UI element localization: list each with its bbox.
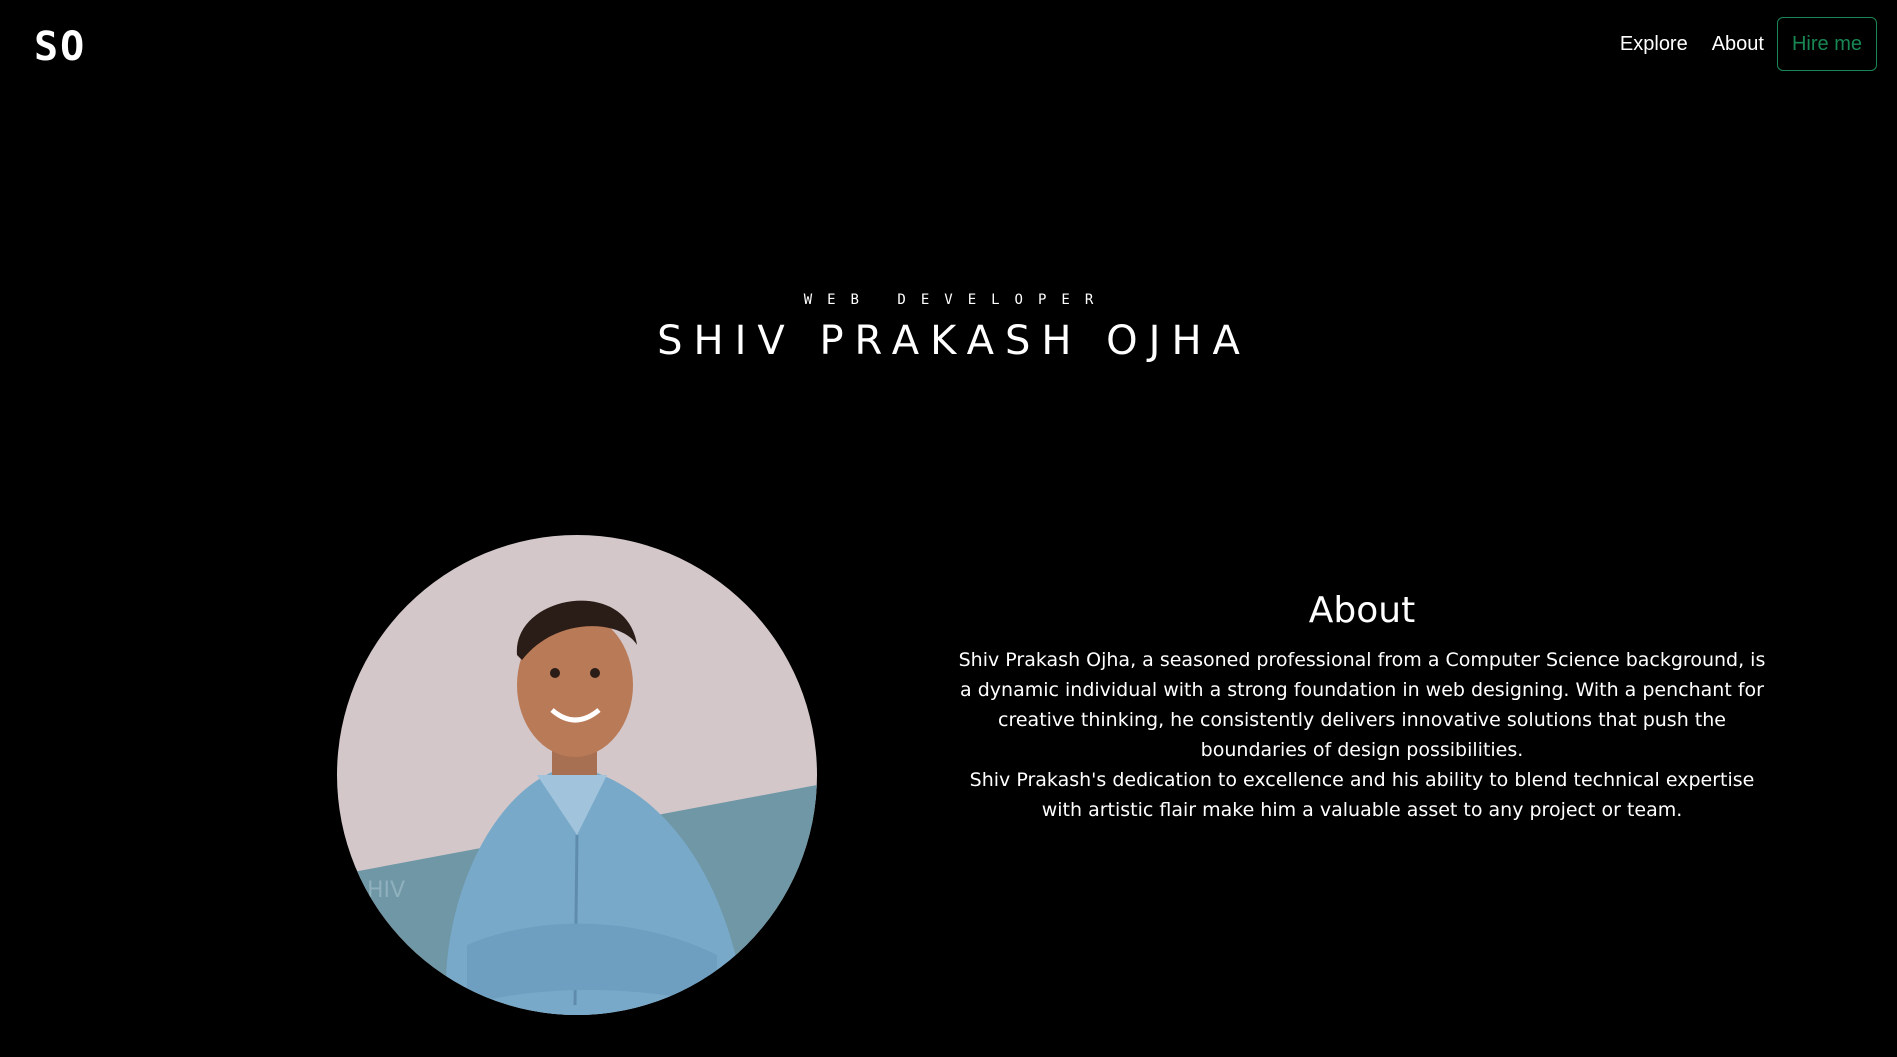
nav-explore-link[interactable]: Explore <box>1608 33 1700 56</box>
profile-avatar: HIV V <box>337 535 817 1015</box>
profile-photo-icon: HIV V <box>337 535 817 1015</box>
svg-text:HIV: HIV <box>367 878 405 903</box>
about-heading: About <box>1308 590 1416 631</box>
hero-subtitle: WEB DEVELOPER <box>803 292 1109 308</box>
page: SO Explore About Hire me WEB DEVELOPER S… <box>0 0 1897 1057</box>
hero-name: SHIV PRAKASH OJHA <box>657 318 1251 364</box>
navbar: Explore About Hire me <box>1608 17 1877 71</box>
about-section: About Shiv Prakash Ojha, a seasoned prof… <box>950 590 1774 825</box>
nav-about-link[interactable]: About <box>1700 33 1776 56</box>
about-paragraph-1: Shiv Prakash Ojha, a seasoned profession… <box>958 649 1766 761</box>
about-paragraph-2: Shiv Prakash's dedication to excellence … <box>969 769 1755 821</box>
logo[interactable]: SO <box>34 27 86 67</box>
hire-me-button[interactable]: Hire me <box>1776 17 1877 71</box>
